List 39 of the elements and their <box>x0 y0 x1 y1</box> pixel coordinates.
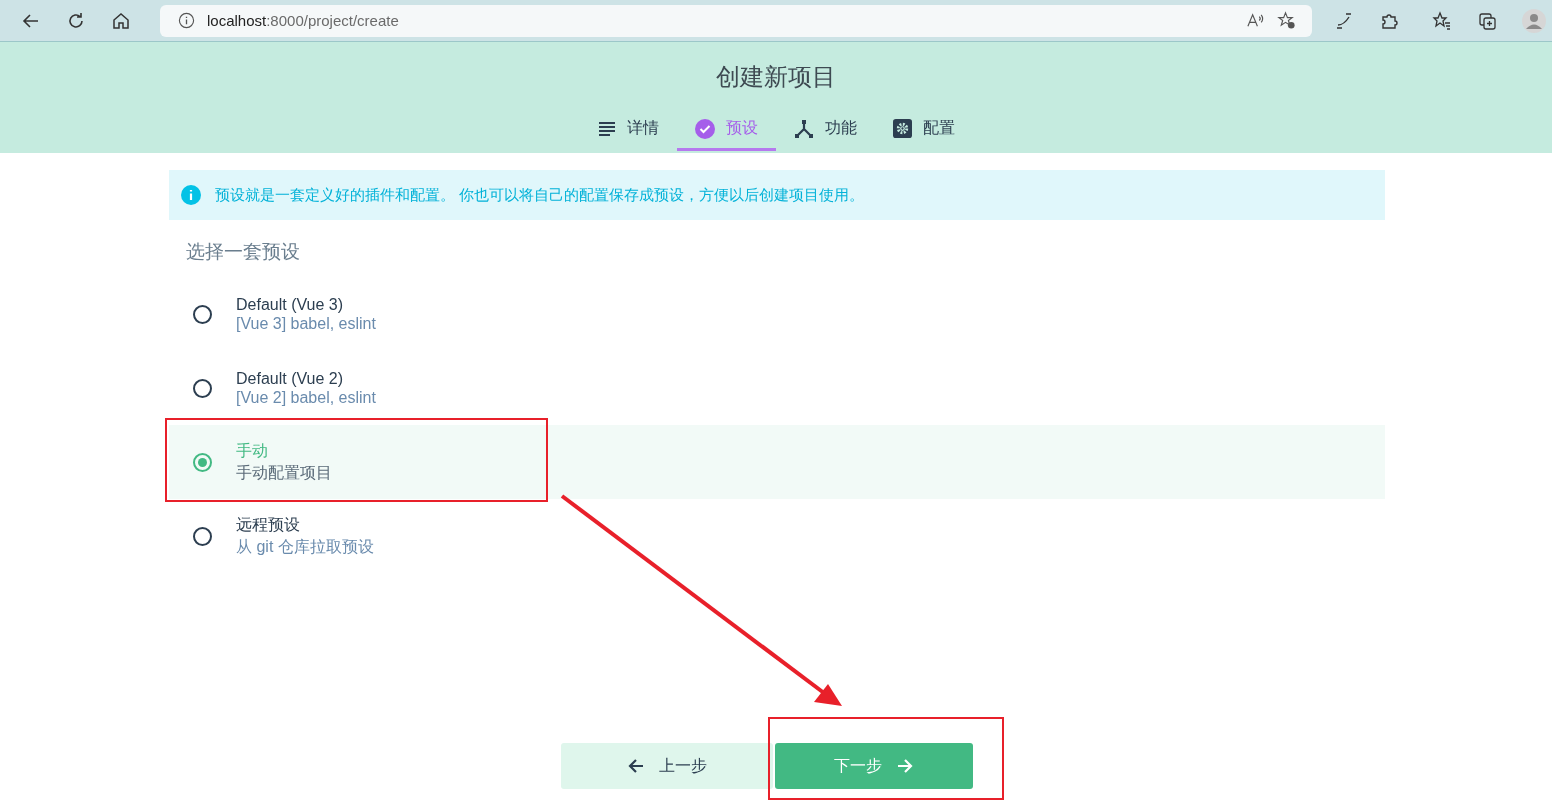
preset-option[interactable]: 手动 手动配置项目 <box>169 425 1385 499</box>
tab[interactable]: 功能 <box>775 109 875 151</box>
preset-option[interactable]: Default (Vue 3) [Vue 3] babel, eslint <box>169 277 1385 351</box>
radio-button[interactable] <box>193 304 212 324</box>
collections-icon[interactable] <box>1477 10 1497 31</box>
url-text: localhost:8000/project/create <box>207 12 399 29</box>
preset-name: 手动 <box>236 440 269 461</box>
preset-name: 远程预设 <box>236 514 301 535</box>
preset-option[interactable]: 远程预设 从 git 仓库拉取预设 <box>169 499 1385 573</box>
favorites-icon[interactable] <box>1432 10 1452 31</box>
refresh-icon[interactable] <box>66 10 86 31</box>
section-title: 选择一套预设 <box>186 240 301 264</box>
radio-button[interactable] <box>193 378 212 398</box>
info-icon <box>181 185 201 205</box>
address-bar[interactable]: localhost:8000/project/create <box>160 4 1312 37</box>
avatar-icon[interactable] <box>1522 8 1546 33</box>
preset-description: 从 git 仓库拉取预设 <box>236 536 374 557</box>
tab[interactable]: 配置 <box>874 109 973 151</box>
check-circle-icon <box>694 118 715 139</box>
previous-button[interactable]: 上一步 <box>561 743 773 789</box>
radio-button[interactable] <box>193 526 212 546</box>
info-text: 预设就是一套定义好的插件和配置。 你也可以将自己的配置保存成预设，方便以后创建项目使用。 <box>215 185 865 205</box>
preset-description: [Vue 3] babel, eslint <box>236 314 376 333</box>
preset-description: [Vue 2] babel, eslint <box>236 388 376 407</box>
preset-description: 手动配置项目 <box>236 462 332 483</box>
info-icon <box>178 12 195 29</box>
gear-icon <box>892 119 912 138</box>
preset-name: Default (Vue 2) <box>236 369 344 388</box>
fork-icon <box>793 118 814 139</box>
preset-name: Default (Vue 3) <box>236 295 344 314</box>
favorite-add-icon[interactable] <box>1277 11 1296 30</box>
radio-button[interactable] <box>193 452 212 472</box>
preset-option[interactable]: Default (Vue 2) [Vue 2] babel, eslint <box>169 351 1385 425</box>
home-icon[interactable] <box>111 10 131 31</box>
page-title: 创建新项目 <box>716 62 836 92</box>
arrow-left-icon <box>627 757 645 775</box>
arrow-right-icon <box>896 757 914 775</box>
list-icon <box>597 119 616 138</box>
tab[interactable]: 详情 <box>579 109 677 151</box>
